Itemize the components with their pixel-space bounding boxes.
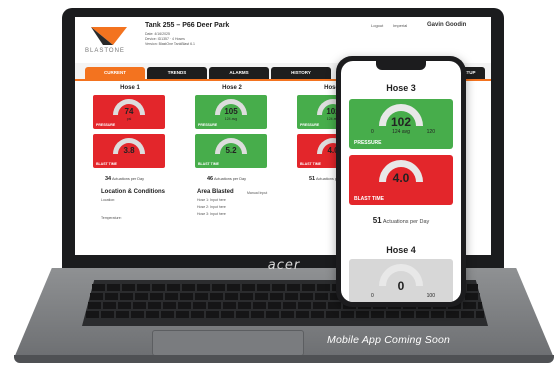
area-title: Area Blasted [197, 189, 234, 195]
hose-2-pressure: 105 [224, 107, 238, 116]
phone-hose-3-time: 4.0 [392, 171, 410, 185]
phone-hose-3-pressure-card[interactable]: 102 124 avg 0 120 PRESSURE [349, 99, 453, 149]
tab-alarms[interactable]: ALARMS [209, 67, 269, 79]
location-title: Location & Conditions [101, 189, 165, 195]
logout-link[interactable]: Logout [371, 23, 383, 28]
area-input-2[interactable]: Hose 2: Input here [197, 205, 226, 209]
laptop-brand-logo: acer [267, 258, 301, 273]
units-toggle[interactable]: Imperial [393, 23, 407, 28]
pressure-label: PRESSURE [96, 123, 116, 127]
pressure-label: PRESSURE [300, 123, 320, 127]
area-hint: Manual Input [247, 191, 268, 195]
gauge-min: 0 [371, 293, 374, 299]
hose-2-pressure-unit: 124 avg [224, 117, 238, 121]
touchpad [152, 330, 304, 356]
area-input-1[interactable]: Hose 1: Input here [197, 198, 226, 202]
hose-2-time: 5.2 [225, 146, 237, 155]
phone-hose-3-actuations: 51 Actuations per Day [372, 216, 430, 225]
blast-time-label: BLAST TIME [300, 162, 321, 166]
laptop-base-edge [14, 355, 554, 363]
gauge-min: 0 [371, 129, 374, 135]
phone-hose-3-pressure-sub: 124 avg [392, 129, 410, 135]
phone-hose-4-title: Hose 4 [386, 245, 416, 255]
hose-1-actuations: 34 Actuations per Day [105, 176, 145, 182]
hose-2-title: Hose 2 [222, 85, 242, 91]
blast-time-label: BLAST TIME [198, 162, 219, 166]
tab-history[interactable]: HISTORY [271, 67, 331, 79]
hose-1-pressure-unit: psi [126, 117, 132, 121]
blastone-logo-icon [91, 27, 127, 45]
hose-2-time-card[interactable]: 5.2 BLAST TIME [195, 134, 267, 168]
phone-hose-3-pressure: 102 [390, 115, 412, 129]
user-name[interactable]: Gavin Goodin [427, 22, 466, 28]
meta-device: Device: ID1357 · 4 Hoses [145, 37, 185, 41]
phone-notch [376, 61, 426, 70]
tab-trends[interactable]: TRENDS [147, 67, 207, 79]
hose-1-pressure: 74 [124, 107, 134, 116]
tab-current[interactable]: CURRENT [85, 67, 145, 79]
caption: Mobile App Coming Soon [327, 334, 451, 346]
hose-1-title: Hose 1 [120, 85, 140, 91]
tank-title: Tank 255 – P66 Deer Park [145, 22, 230, 29]
hose-2-actuations: 46 Actuations per Day [207, 176, 247, 182]
meta-date: Date: 4/16/2025 [145, 32, 170, 36]
phone-pressure-label: PRESSURE [354, 140, 382, 146]
hose-1-pressure-card[interactable]: 74 psi PRESSURE [93, 95, 165, 129]
gauge-max: 100 [426, 293, 435, 299]
phone-hose-4-card[interactable]: 0 0 100 [349, 259, 453, 302]
key-row [86, 311, 484, 318]
phone-hose-3-title: Hose 3 [386, 83, 416, 93]
location-label: Location: [101, 198, 116, 202]
brand-name: BLASTONE [85, 48, 125, 54]
phone-hose-4-value: 0 [397, 279, 405, 293]
hose-1-time: 3.8 [123, 146, 135, 155]
gauge-max: 120 [426, 129, 435, 135]
pressure-label: PRESSURE [198, 123, 218, 127]
blast-time-label: BLAST TIME [96, 162, 117, 166]
hose-2-pressure-card[interactable]: 105 124 avg PRESSURE [195, 95, 267, 129]
marketing-scene: BLASTONE Tank 255 – P66 Deer Park Date: … [0, 0, 559, 372]
hose-1-time-card[interactable]: 3.8 BLAST TIME [93, 134, 165, 168]
temperature-label: Temperature: [101, 216, 122, 220]
phone-blast-time-label: BLAST TIME [354, 196, 384, 202]
phone-screen: Hose 3 102 124 avg 0 120 PRESSURE 4.0 BL… [341, 61, 461, 302]
meta-version: Version: BlastOne TankBlast 6.1 [145, 42, 195, 46]
phone-hose-3-time-card[interactable]: 4.0 BLAST TIME [349, 155, 453, 205]
area-input-3[interactable]: Hose 3: Input here [197, 212, 226, 216]
